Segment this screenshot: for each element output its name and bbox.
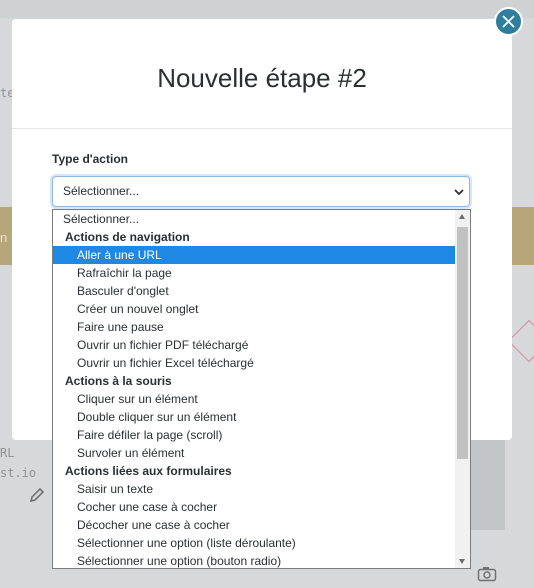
- dropdown-option[interactable]: Faire une pause: [53, 318, 455, 336]
- chevron-down-icon: [454, 189, 464, 196]
- background-header: [0, 0, 534, 18]
- close-modal-button[interactable]: [494, 7, 523, 36]
- dropdown-options: Sélectionner... Actions de navigation Alle…: [53, 210, 455, 568]
- dropdown-option[interactable]: Faire défiler la page (scroll): [53, 426, 455, 444]
- dropdown-group-label: Actions de navigation: [65, 230, 190, 244]
- dropdown-option[interactable]: Sélectionner une option (liste déroulant…: [53, 534, 455, 552]
- background-side-text: RL: [0, 446, 15, 460]
- action-type-select-value: Sélectionner...: [63, 184, 140, 198]
- dropdown-option[interactable]: Survoler un élément: [53, 444, 455, 462]
- dropdown-option[interactable]: Sélectionner une option (bouton radio): [53, 552, 455, 568]
- dropdown-option[interactable]: Rafraîchir la page: [53, 264, 455, 282]
- dropdown-option[interactable]: Ouvrir un fichier Excel téléchargé: [53, 354, 455, 372]
- dropdown-group-label: Actions à la souris: [65, 374, 172, 388]
- dropdown-option[interactable]: Créer un nouvel onglet: [53, 300, 455, 318]
- action-type-dropdown[interactable]: Sélectionner... Actions de navigation Alle…: [52, 209, 471, 569]
- dropdown-option[interactable]: Basculer d'onglet: [53, 282, 455, 300]
- scrollbar-thumb[interactable]: [457, 227, 468, 459]
- scroll-down-arrow[interactable]: [459, 559, 465, 564]
- dropdown-scrollbar[interactable]: [455, 210, 470, 568]
- action-type-select[interactable]: Sélectionner...: [52, 176, 470, 207]
- dropdown-option[interactable]: Cocher une case à cocher: [53, 498, 455, 516]
- dropdown-option[interactable]: Décocher une case à cocher: [53, 516, 455, 534]
- dropdown-option[interactable]: Cliquer sur un élément: [53, 390, 455, 408]
- pencil-icon: [29, 487, 45, 503]
- dropdown-option[interactable]: Saisir un texte: [53, 480, 455, 498]
- modal-divider: [12, 128, 512, 129]
- dropdown-option[interactable]: Aller à une URL: [53, 246, 455, 264]
- scroll-up-arrow[interactable]: [459, 214, 465, 219]
- dropdown-option[interactable]: Double cliquer sur un élément: [53, 408, 455, 426]
- close-icon: [502, 15, 515, 28]
- background-side-text: st.io: [0, 466, 37, 480]
- camera-icon: [477, 567, 497, 582]
- action-type-label: Type d'action: [52, 152, 128, 166]
- modal-title: Nouvelle étape #2: [157, 63, 367, 93]
- dropdown-option[interactable]: Sélectionner...: [53, 210, 455, 228]
- dropdown-group-label: Actions liées aux formulaires: [65, 464, 232, 478]
- dropdown-option[interactable]: Ouvrir un fichier PDF téléchargé: [53, 336, 455, 354]
